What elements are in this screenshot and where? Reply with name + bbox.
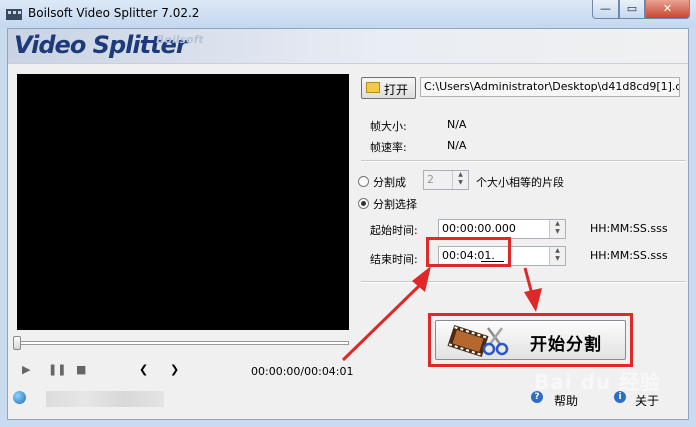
- annotation-arrowhead: [524, 288, 542, 312]
- watermark: Bai du 经验: [534, 370, 662, 394]
- annotation-arrows: [341, 266, 542, 362]
- annotation-arrow: [341, 282, 423, 362]
- annotation-arrow: [523, 267, 534, 295]
